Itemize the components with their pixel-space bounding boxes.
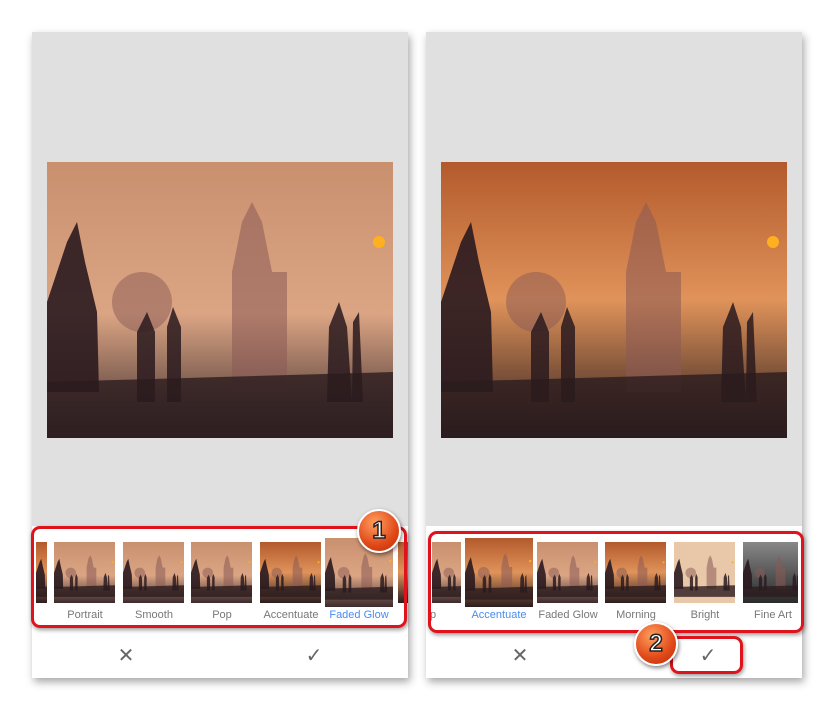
- check-icon: ✓: [305, 645, 323, 667]
- close-icon: ✕: [117, 645, 135, 667]
- highlight-frame-apply: [670, 636, 743, 674]
- photo-canvas: [32, 32, 408, 526]
- cancel-button[interactable]: ✕: [106, 642, 146, 670]
- close-icon: ✕: [511, 645, 529, 667]
- photo-preview: [441, 162, 787, 438]
- cancel-button[interactable]: ✕: [500, 642, 540, 670]
- photo-preview: [47, 162, 393, 438]
- highlight-frame-filters-left: [31, 526, 407, 628]
- step-badge-1: 1: [357, 509, 401, 553]
- apply-button[interactable]: ✓: [294, 642, 334, 670]
- highlight-frame-filters-right: [428, 531, 804, 633]
- photo-canvas: [426, 32, 802, 526]
- step-badge-2: 2: [634, 622, 678, 666]
